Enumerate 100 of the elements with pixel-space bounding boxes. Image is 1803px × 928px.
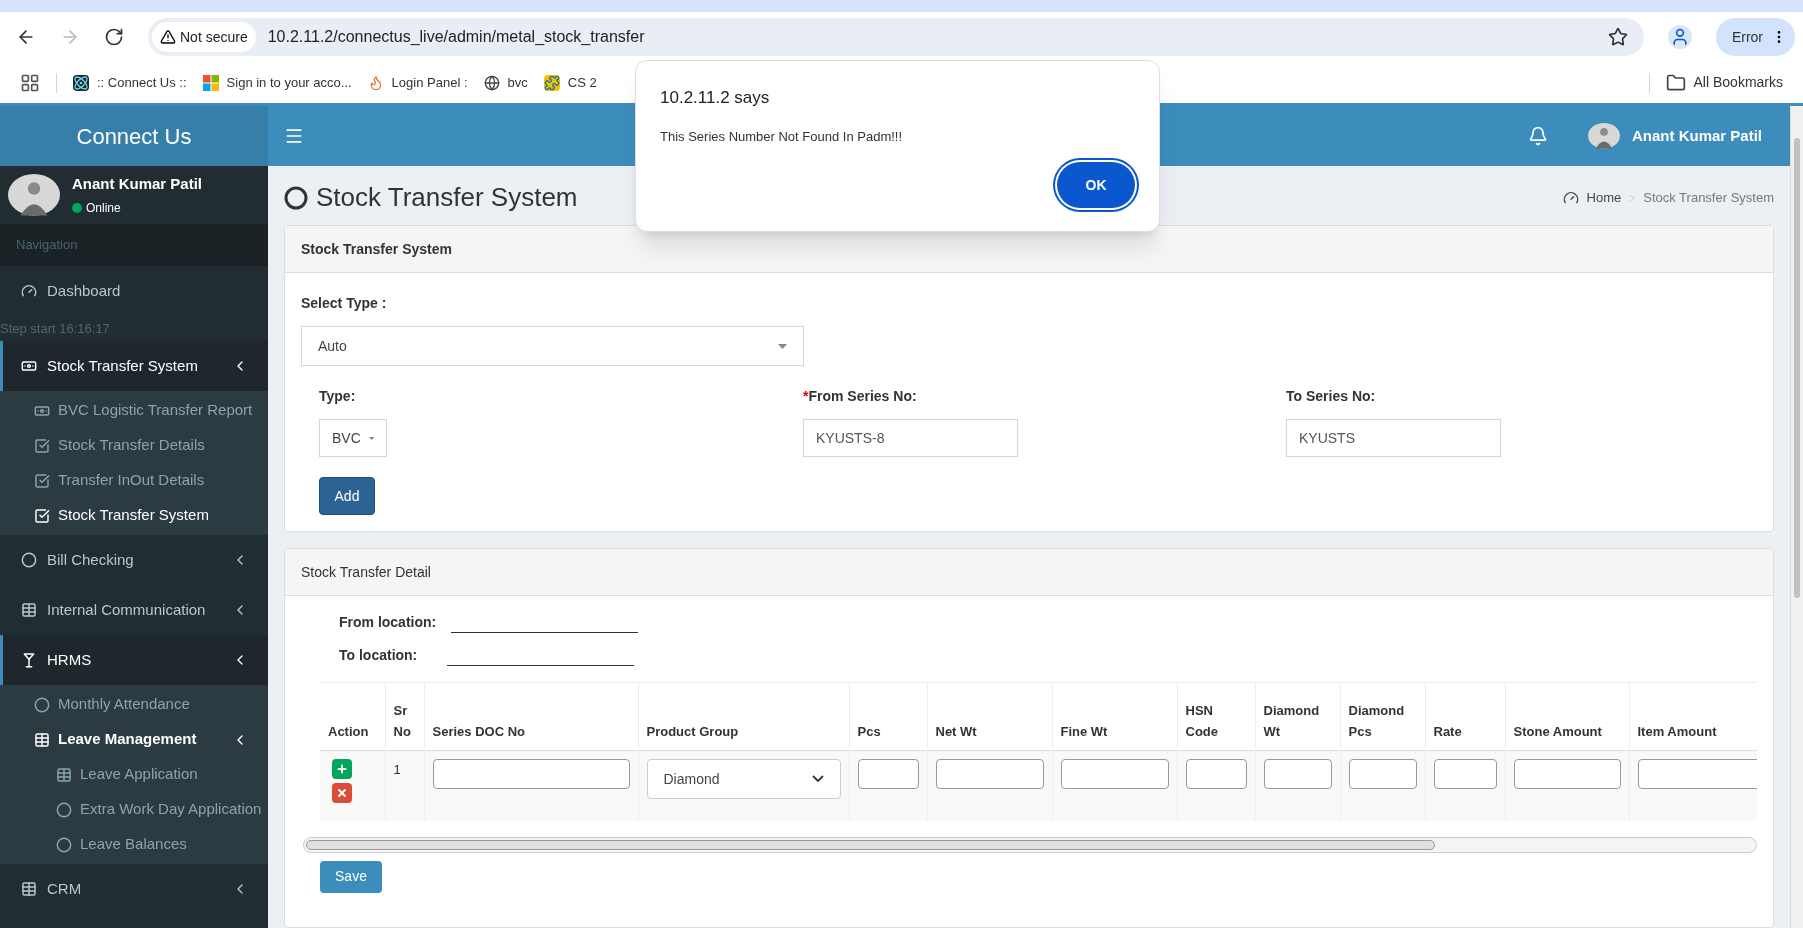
column-header: Product Group: [646, 724, 739, 739]
field-label: From Series No:: [808, 387, 917, 406]
delete-row-button[interactable]: [332, 783, 352, 803]
panel-title: Stock Transfer Detail: [301, 562, 431, 582]
column-header: Stone Amount: [1513, 724, 1602, 739]
field-label: Select Type :: [301, 294, 388, 313]
required-mark: *: [803, 387, 809, 406]
table-icon: [56, 766, 72, 783]
warning-icon: [160, 29, 176, 45]
input-field[interactable]: [1263, 759, 1332, 789]
user-status: Online: [86, 200, 121, 218]
table-icon: [21, 881, 37, 897]
input-field[interactable]: [432, 759, 630, 789]
address-bar[interactable]: Not secure 10.2.11.2/connectus_live/admin/metal_stock_transfer: [148, 18, 1644, 56]
add-row-button[interactable]: [332, 759, 352, 779]
menu-item[interactable]: Internal Communication: [0, 585, 268, 635]
puzzle-icon: [543, 74, 560, 91]
close-icon: [336, 787, 348, 799]
brand-logo[interactable]: Connect Us: [0, 106, 268, 166]
folder-icon: [1665, 72, 1686, 93]
plus-icon: [336, 763, 348, 775]
submenu-item[interactable]: Leave Application: [0, 757, 268, 792]
profile-status-button[interactable]: Error: [1715, 18, 1795, 56]
bell-icon[interactable]: [1527, 126, 1548, 146]
field-label: To location:: [339, 646, 419, 665]
menu-icon[interactable]: [284, 126, 304, 146]
avatar: [8, 174, 60, 216]
menu-item[interactable]: Bill Checking: [0, 535, 268, 585]
to-series-input[interactable]: KYUSTS: [1286, 419, 1501, 457]
submenu-item[interactable]: Stock Transfer Details: [0, 428, 268, 463]
nav-header: Navigation: [16, 236, 78, 255]
page-title: Stock Transfer System: [316, 181, 578, 214]
table-icon: [21, 602, 37, 618]
all-bookmarks-button[interactable]: All Bookmarks: [1665, 72, 1783, 93]
star-icon[interactable]: [1607, 27, 1628, 47]
add-button[interactable]: Add: [319, 477, 375, 515]
bookmark[interactable]: CS 2: [543, 72, 597, 93]
column-header: Item Amount: [1637, 724, 1717, 739]
column-header: Action: [328, 724, 369, 739]
atom-icon: [73, 74, 89, 91]
bookmark[interactable]: Sign in to your acco...: [202, 72, 352, 93]
breadcrumb-link[interactable]: Home: [1586, 187, 1622, 208]
caret-icon: [368, 435, 374, 441]
url-text: 10.2.11.2/connectus_live/admin/metal_stock_transfer: [267, 27, 645, 47]
vertical-scrollbar[interactable]: [1790, 106, 1803, 928]
save-button[interactable]: Save: [320, 860, 382, 893]
checkbox-icon: [34, 507, 50, 524]
bookmark[interactable]: :: Connect Us ::: [73, 72, 187, 93]
column-header: Pcs: [857, 724, 881, 739]
input-field[interactable]: [857, 759, 919, 789]
select-type-dropdown[interactable]: Auto: [301, 326, 804, 366]
submenu-item[interactable]: Stock Transfer System: [0, 498, 268, 533]
panel-title: Stock Transfer System: [301, 239, 452, 259]
avatar: [1587, 123, 1620, 149]
security-chip[interactable]: Not secure: [152, 22, 256, 52]
bookmark[interactable]: Login Panel :: [367, 72, 468, 93]
submenu-item[interactable]: Monthly Attendance: [0, 687, 268, 722]
input-field[interactable]: [1637, 759, 1757, 789]
input-field[interactable]: [1513, 759, 1621, 789]
input-field[interactable]: [1348, 759, 1417, 789]
input-field[interactable]: [1433, 759, 1497, 789]
submenu-item[interactable]: Extra Work Day Application: [0, 792, 268, 827]
caret-icon: [778, 343, 787, 349]
field-label: Type:: [319, 387, 357, 406]
gauge-icon: [1562, 189, 1579, 206]
circle-icon: [21, 552, 37, 568]
globe-icon: [483, 74, 500, 91]
checkbox-icon: [34, 472, 50, 489]
menu-item[interactable]: CRM: [0, 864, 268, 914]
reload-icon[interactable]: [104, 27, 124, 47]
column-header: Fine Wt: [1060, 724, 1108, 739]
chevron-down-icon: [811, 775, 824, 783]
profile-icon[interactable]: [1667, 25, 1692, 49]
checkbox-icon: [34, 437, 50, 454]
input-field[interactable]: [1185, 759, 1247, 789]
submenu-item[interactable]: Leave Balances: [0, 827, 268, 862]
circle-icon: [56, 836, 72, 853]
gauge-icon: [21, 283, 37, 299]
input-field[interactable]: [935, 759, 1044, 789]
submenu-item[interactable]: Leave Management: [0, 722, 268, 757]
submenu-item[interactable]: Transfer InOut Details: [0, 463, 268, 498]
column-header: HSN Code: [1185, 703, 1218, 739]
menu-item[interactable]: Dashboard: [0, 266, 268, 316]
input-field[interactable]: [1060, 759, 1169, 789]
user-name[interactable]: Anant Kumar Patil: [1631, 124, 1762, 148]
circle-icon: [56, 801, 72, 818]
table-cell: 1: [393, 762, 401, 777]
from-series-input[interactable]: KYUSTS-8: [803, 419, 1018, 457]
column-header: Diamond Pcs: [1348, 703, 1405, 739]
bookmark[interactable]: bvc: [483, 72, 528, 93]
apps-icon[interactable]: [20, 72, 40, 93]
circle-icon: [34, 696, 50, 713]
column-header: Rate: [1433, 724, 1462, 739]
type-dropdown[interactable]: BVC: [319, 419, 387, 457]
menu-item[interactable]: HRMS: [0, 635, 268, 685]
horizontal-scrollbar[interactable]: [303, 836, 1757, 853]
product-group-select[interactable]: Diamond: [646, 759, 841, 799]
submenu-item[interactable]: BVC Logistic Transfer Report: [0, 393, 268, 428]
glass-icon: [21, 652, 37, 668]
menu-item[interactable]: Stock Transfer System: [0, 341, 268, 391]
